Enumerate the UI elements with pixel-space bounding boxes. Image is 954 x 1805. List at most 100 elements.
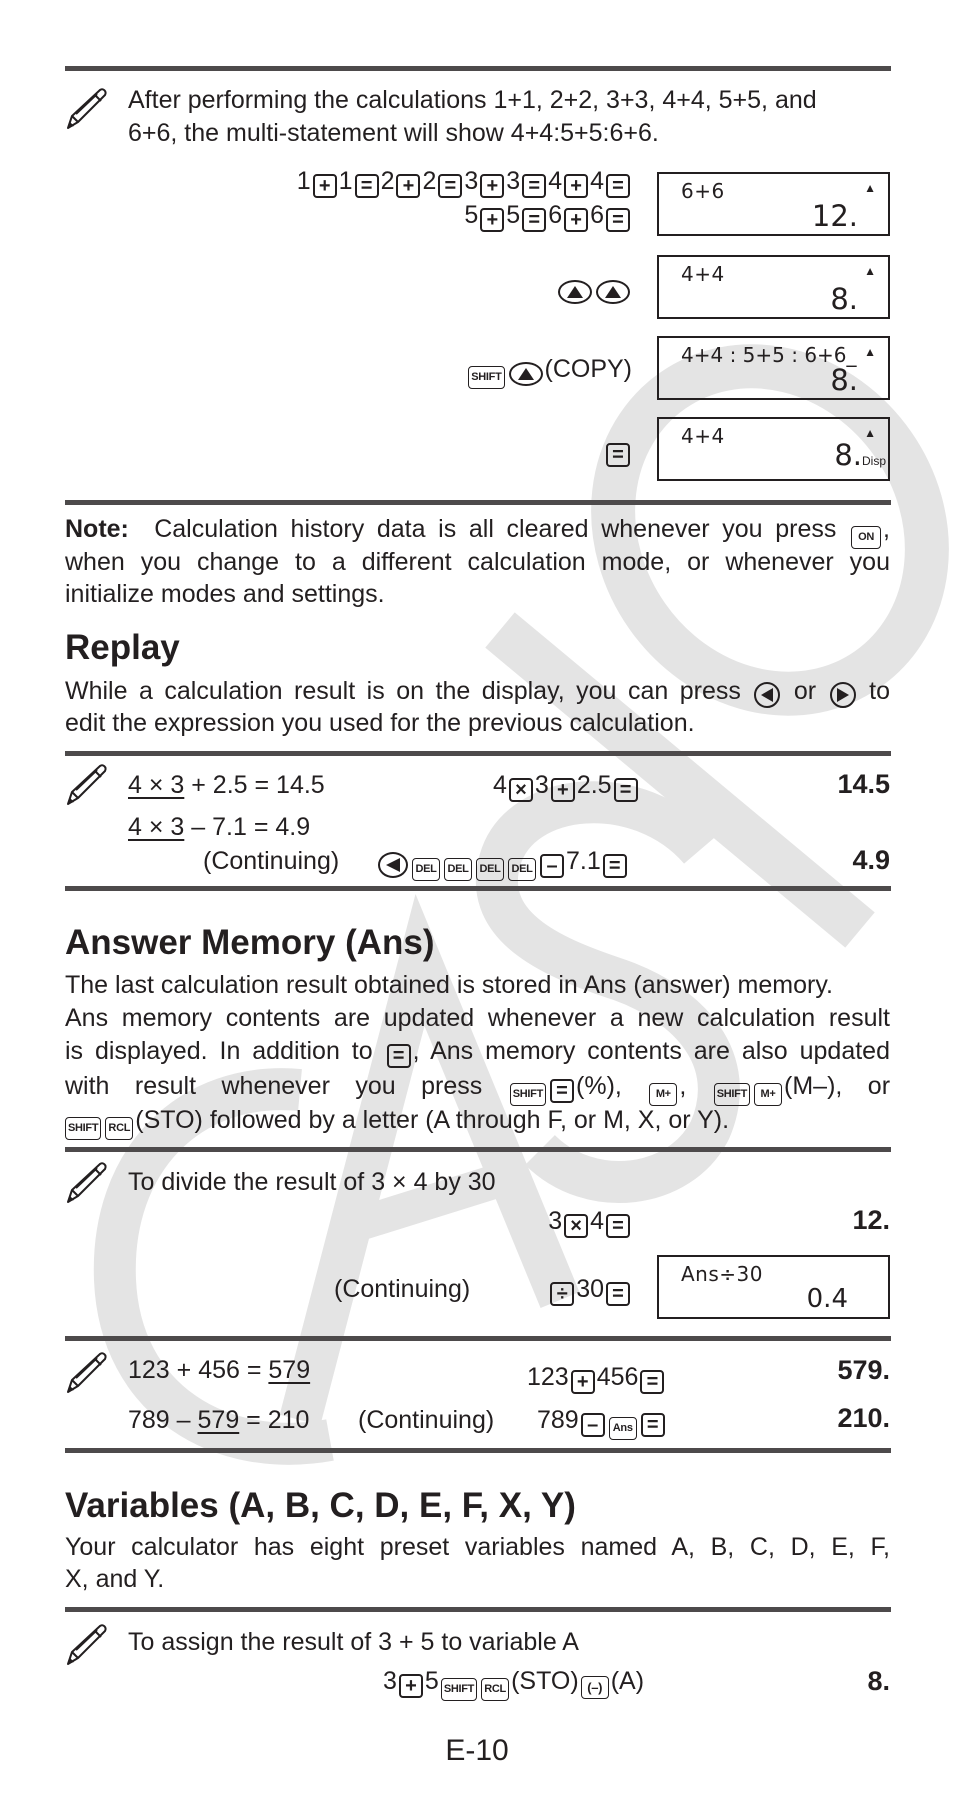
section-rule xyxy=(65,66,891,71)
ans-example1-description: To divide the result of 3 × 4 by 30 xyxy=(128,1168,496,1196)
section-rule xyxy=(65,1147,891,1152)
display-expression: 6+6 xyxy=(681,179,725,203)
equals-key: = xyxy=(386,1044,411,1068)
m-plus-key: M+ xyxy=(649,1083,678,1106)
ans-example1-keys2: ÷ 30 = xyxy=(548,1273,632,1306)
note-line3: initialize modes and settings. xyxy=(65,580,385,608)
del-key: DEL xyxy=(412,858,440,881)
display-value: 8. xyxy=(830,282,858,316)
up-indicator-icon: ▲ xyxy=(864,181,876,195)
up-arrow-key-icon xyxy=(558,280,592,304)
up-indicator-icon: ▲ xyxy=(864,264,876,278)
replay-example-expr1: 4 × 3 + 2.5 = 14.5 xyxy=(128,771,325,799)
replay-heading: Replay xyxy=(65,628,180,667)
multistatement-description-line2: 6+6, the multi-statement will show 4+4:5… xyxy=(128,119,659,147)
plus-key: + xyxy=(480,174,505,198)
equals-key: = xyxy=(522,174,547,198)
display-value: 12. xyxy=(811,199,858,233)
page-number: E-10 xyxy=(445,1734,509,1767)
equals-key: = xyxy=(354,174,379,198)
del-key: DEL xyxy=(508,858,536,881)
ans-example2-expr1: 123 + 456 = 579 xyxy=(128,1356,311,1384)
display-value: 0.4 xyxy=(806,1284,848,1314)
plus-key: + xyxy=(480,208,505,232)
display-expression: 4+4 xyxy=(681,424,725,448)
ans-example1-result1: 12. xyxy=(852,1205,890,1235)
replay-example-result1: 14.5 xyxy=(837,769,890,799)
right-arrow-key-icon xyxy=(829,682,856,708)
equals-key: = xyxy=(602,854,627,878)
negative-key: (–) xyxy=(580,1676,609,1699)
left-arrow-key-icon xyxy=(378,852,408,878)
rcl-key: RCL xyxy=(481,1678,510,1701)
plus-key: + xyxy=(550,778,575,802)
variables-line1: Your calculator has eight preset variabl… xyxy=(65,1533,890,1561)
variables-example-description: To assign the result of 3 + 5 to variabl… xyxy=(128,1628,579,1656)
variables-example-result: 8. xyxy=(867,1666,890,1696)
shift-key: SHIFT xyxy=(468,366,505,389)
section-rule xyxy=(65,500,891,505)
continuing-label: (Continuing) xyxy=(334,1275,471,1303)
variables-line2: X, and Y. xyxy=(65,1565,165,1593)
continuing-label: (Continuing) xyxy=(203,847,340,875)
pencil-icon xyxy=(67,88,107,129)
ans-example2-result2: 210. xyxy=(837,1403,890,1433)
disp-indicator: Disp xyxy=(861,454,886,468)
replay-example-keys2: DEL DEL DEL DEL –7.1 = xyxy=(376,845,629,881)
ans-example2-expr2: 789 – 579 = 210 xyxy=(128,1406,310,1434)
pencil-icon xyxy=(67,1162,107,1203)
plus-key: + xyxy=(396,174,421,198)
answer-memory-heading: Answer Memory (Ans) xyxy=(65,923,435,962)
up-arrow-key-icon xyxy=(596,280,630,304)
ans-example1-keys1: 3 × 4 = xyxy=(548,1205,632,1238)
minus-key: – xyxy=(580,1413,605,1437)
section-rule xyxy=(65,1336,891,1341)
answer-memory-line4: with result whenever you press SHIFT = (%)… xyxy=(65,1070,890,1106)
shift-key: SHIFT xyxy=(713,1083,751,1106)
answer-memory-line1: The last calculation result obtained is … xyxy=(65,971,833,999)
equals-key: = xyxy=(606,208,630,232)
m-plus-key: M+ xyxy=(754,1083,783,1106)
pencil-icon xyxy=(67,1352,107,1393)
plus-key: + xyxy=(564,208,589,232)
variables-heading: Variables (A, B, C, D, E, F, X, Y) xyxy=(65,1486,576,1525)
calculator-display: 6+6 ▲ 12. xyxy=(657,172,890,236)
answer-memory-line3: is displayed. In addition to =, Ans memo… xyxy=(65,1037,890,1068)
replay-body-line2: edit the expression you used for the pre… xyxy=(65,709,695,737)
divide-key: ÷ xyxy=(550,1282,575,1306)
replay-example-result2: 4.9 xyxy=(852,845,890,875)
calculator-display: Ans÷30 0.4 xyxy=(657,1255,890,1319)
calculator-display: 4+4 ▲ 8.Disp xyxy=(657,417,890,481)
up-arrow-key-icon xyxy=(508,362,543,386)
answer-memory-line2: Ans memory contents are updated whenever… xyxy=(65,1004,890,1032)
replay-example-keys1: 4 × 3 +2.5 = xyxy=(493,769,640,802)
equals-key: = xyxy=(606,443,630,467)
left-arrow-key-icon xyxy=(754,682,781,708)
key-sequence-step3: SHIFT (COPY) xyxy=(466,353,632,389)
ans-example2-keys1: 123 +456 = xyxy=(527,1361,666,1394)
minus-key: – xyxy=(540,854,564,878)
key-sequence-step1-row2: 5 +5 = 6 +6 = xyxy=(464,199,632,232)
display-expression: 4+4 xyxy=(681,262,725,286)
replay-body-line1: While a calculation result is on the dis… xyxy=(65,675,890,708)
copy-label: (COPY) xyxy=(544,355,633,383)
plus-key: + xyxy=(312,174,337,198)
shift-key: SHIFT xyxy=(65,1117,102,1140)
del-key: DEL xyxy=(444,858,472,881)
display-value: 8.Disp xyxy=(834,438,886,472)
equals-key: = xyxy=(606,174,630,198)
display-value: 8. xyxy=(830,363,858,397)
multiply-key: × xyxy=(564,1214,589,1238)
plus-key: + xyxy=(570,1370,595,1394)
equals-key: = xyxy=(606,1214,630,1238)
multistatement-description-line1: After performing the calculations 1+1, 2… xyxy=(128,86,817,114)
plus-key: + xyxy=(564,174,589,198)
equals-key: = xyxy=(606,1282,630,1306)
section-rule xyxy=(65,1448,891,1453)
key-sequence-step1-row1: 1 +1 = 2 +2 = 3 +3 = 4 +4 = xyxy=(297,165,632,198)
ans-example2-keys2: 789– Ans = xyxy=(537,1404,667,1440)
up-indicator-icon: ▲ xyxy=(864,426,876,440)
plus-key: + xyxy=(398,1674,423,1698)
pencil-icon xyxy=(67,1624,107,1665)
equals-key: = xyxy=(522,208,547,232)
